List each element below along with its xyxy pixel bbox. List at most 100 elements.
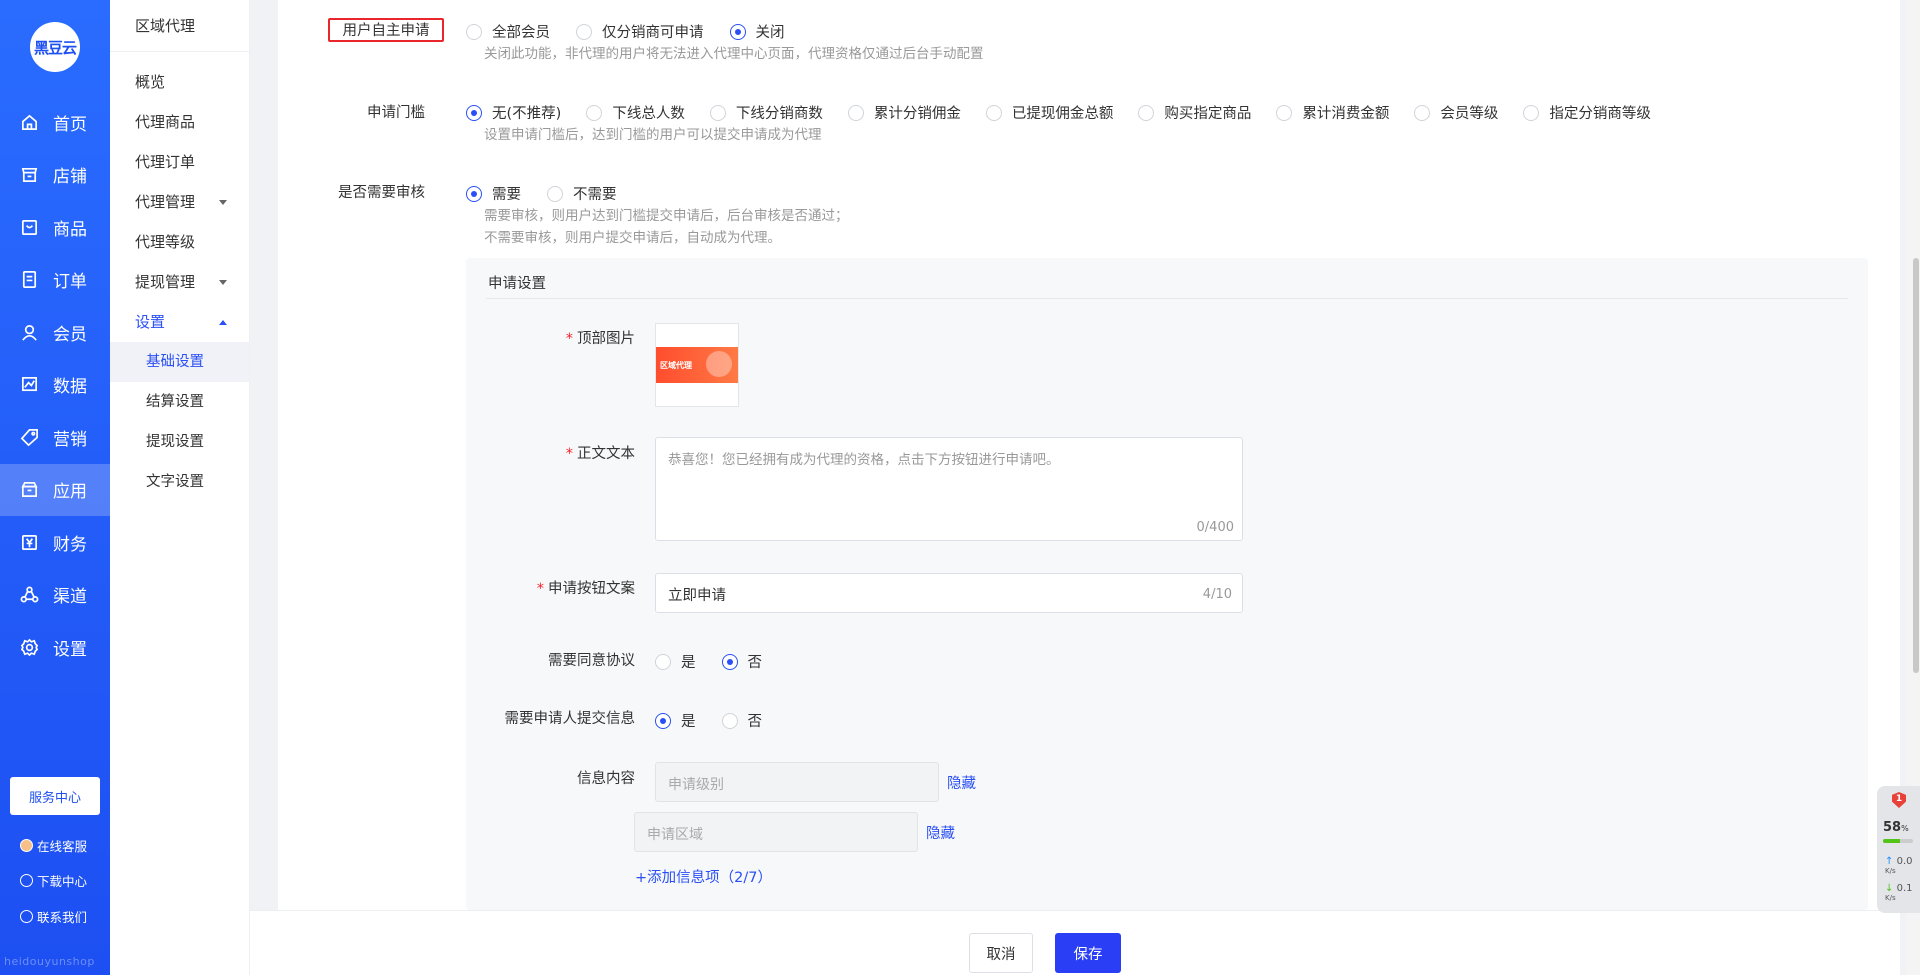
nav-label: 财务 (53, 534, 87, 555)
hide-info-region-link[interactable]: 隐藏 (926, 822, 955, 843)
radio-icon (466, 23, 482, 40)
radio-label: 是 (681, 714, 696, 730)
nav-label: 数据 (53, 377, 87, 398)
banner-text: 区域代理 (660, 360, 692, 370)
nav-item-home[interactable]: 首页 (0, 96, 110, 149)
download-center-label: 下载中心 (37, 874, 88, 889)
radio-label: 已提现佣金总额 (1011, 106, 1114, 122)
agree-protocol-option-yes[interactable]: 是 (655, 651, 696, 672)
self-apply-label: 用户自主申请 (328, 18, 444, 42)
contact-us-link[interactable]: 联系我们 (20, 907, 87, 926)
threshold-option-distributor-level[interactable]: 指定分销商等级 (1523, 102, 1651, 123)
download-speed: ↓ 0.1 (1885, 883, 1912, 894)
submit-info-label: 需要申请人提交信息 (504, 711, 636, 727)
subnav-child-withdraw[interactable]: 提现设置 (110, 422, 249, 462)
nav-item-goods[interactable]: 商品 (0, 201, 110, 254)
brand-logo[interactable]: 黑豆云 (30, 22, 80, 72)
review-option-required[interactable]: 需要 (466, 183, 521, 204)
nav-item-member[interactable]: 会员 (0, 306, 110, 359)
body-text-label: * 正文文本 (500, 442, 635, 463)
self-apply-option-distributor[interactable]: 仅分销商可申请 (576, 21, 704, 42)
radio-label: 是 (681, 655, 696, 671)
threshold-option-downline-distributors[interactable]: 下线分销商数 (709, 102, 823, 123)
nav-item-app[interactable]: 应用 (0, 463, 110, 516)
download-center-link[interactable]: 下载中心 (20, 871, 87, 890)
scrollbar-thumb[interactable] (1913, 258, 1919, 673)
radio-icon (709, 104, 726, 121)
contact-us-label: 联系我们 (37, 910, 88, 925)
threshold-option-member-level[interactable]: 会员等级 (1414, 102, 1498, 123)
online-service-label: 在线客服 (37, 839, 88, 854)
goods-icon (21, 219, 38, 235)
radio-label: 累计分销佣金 (873, 106, 961, 122)
review-option-not-required[interactable]: 不需要 (547, 183, 617, 204)
submit-info-radio-group: 是 否 (655, 710, 788, 731)
body-text-counter: 0/400 (1196, 520, 1234, 535)
radio-checked-icon (466, 104, 482, 121)
nav-item-marketing[interactable]: 营销 (0, 411, 110, 464)
threshold-option-withdrawn[interactable]: 已提现佣金总额 (985, 102, 1114, 123)
memory-percent-unit: % (1901, 824, 1909, 833)
self-apply-hint: 关闭此功能，非代理的用户将无法进入代理中心页面，代理资格仅通过后台手动配置 (484, 46, 984, 62)
subnav-item-settings[interactable]: 设置 (110, 302, 249, 342)
subnav-item-agent-level[interactable]: 代理等级 (110, 222, 249, 262)
body-text-label-text: 正文文本 (577, 446, 635, 462)
nav-item-settings[interactable]: 设置 (0, 621, 110, 674)
agree-protocol-option-no[interactable]: 否 (721, 651, 763, 672)
form-footer: 取消 保存 (250, 910, 1900, 975)
threshold-option-product[interactable]: 购买指定商品 (1138, 102, 1251, 123)
subnav-item-agent-orders[interactable]: 代理订单 (110, 142, 249, 182)
nav-item-finance[interactable]: 财务 (0, 516, 110, 569)
self-apply-option-all[interactable]: 全部会员 (466, 21, 550, 42)
download-icon (20, 874, 33, 887)
upload-speed: ↑ 0.0 (1885, 856, 1912, 867)
review-label: 是否需要审核 (338, 185, 425, 201)
service-center-button[interactable]: 服务中心 (10, 777, 100, 815)
top-image-uploader[interactable]: 区域代理 (655, 323, 739, 407)
threshold-option-consumption[interactable]: 累计消费金额 (1276, 102, 1389, 123)
radio-icon (576, 23, 592, 40)
nav-item-data[interactable]: 数据 (0, 359, 110, 412)
nav-item-channel[interactable]: 渠道 (0, 569, 110, 622)
online-service-link[interactable]: 在线客服 (20, 836, 87, 855)
radio-label: 需要 (492, 187, 521, 203)
nav-item-order[interactable]: 订单 (0, 254, 110, 307)
sub-sidebar: 区域代理 概览 代理商品 代理订单 代理管理 代理等级 提现管理 设置 基础设置… (110, 0, 250, 975)
cancel-button[interactable]: 取消 (969, 933, 1033, 973)
body-text-input[interactable]: 恭喜您！您已经拥有成为代理的资格，点击下方按钮进行申请吧。 0/400 (655, 437, 1243, 541)
info-content-label: 信息内容 (577, 771, 635, 787)
submit-info-option-yes[interactable]: 是 (655, 710, 696, 731)
button-text-input[interactable]: 立即申请 4/10 (655, 573, 1243, 613)
button-text-label-text: 申请按钮文案 (548, 581, 635, 597)
radio-label: 会员等级 (1440, 106, 1499, 122)
button-text-value: 立即申请 (668, 588, 726, 604)
radio-label: 否 (747, 655, 763, 671)
chat-icon (20, 910, 33, 923)
submit-info-option-no[interactable]: 否 (721, 710, 762, 731)
subnav-item-agent-goods[interactable]: 代理商品 (110, 102, 249, 142)
self-apply-option-off[interactable]: 关闭 (729, 21, 785, 42)
main-nav: 首页 店铺 商品 订单 会员 数据 营销 应用 财务 渠道 设置 (0, 96, 110, 674)
radio-label: 下线总人数 (612, 106, 685, 122)
nav-item-shop[interactable]: 店铺 (0, 149, 110, 202)
hide-info-level-link[interactable]: 隐藏 (947, 772, 976, 793)
threshold-option-commission[interactable]: 累计分销佣金 (847, 102, 961, 123)
subnav-item-overview[interactable]: 概览 (110, 62, 249, 102)
subnav-child-basic[interactable]: 基础设置 (110, 342, 249, 382)
subnav-item-agent-manage[interactable]: 代理管理 (110, 182, 249, 222)
network-monitor-widget[interactable]: 1 58% ↑ 0.0 K/s ↓ 0.1 K/s (1877, 786, 1920, 913)
subnav-child-settlement[interactable]: 结算设置 (110, 382, 249, 422)
add-info-item-link[interactable]: +添加信息项（2/7） (635, 866, 772, 887)
subnav-item-withdraw-manage[interactable]: 提现管理 (110, 262, 249, 302)
subnav-label: 提现管理 (135, 273, 196, 291)
threshold-option-downline-total[interactable]: 下线总人数 (586, 102, 685, 123)
subnav-child-text[interactable]: 文字设置 (110, 462, 249, 502)
required-mark: * (565, 446, 573, 462)
save-button[interactable]: 保存 (1055, 933, 1121, 973)
radio-icon (985, 104, 1002, 121)
threshold-option-none[interactable]: 无(不推荐) (466, 102, 561, 123)
gear-icon (20, 638, 39, 657)
info-item-level-input: 申请级别 (655, 762, 939, 802)
radio-label: 仅分销商可申请 (602, 25, 704, 41)
nav-label: 订单 (53, 272, 87, 293)
